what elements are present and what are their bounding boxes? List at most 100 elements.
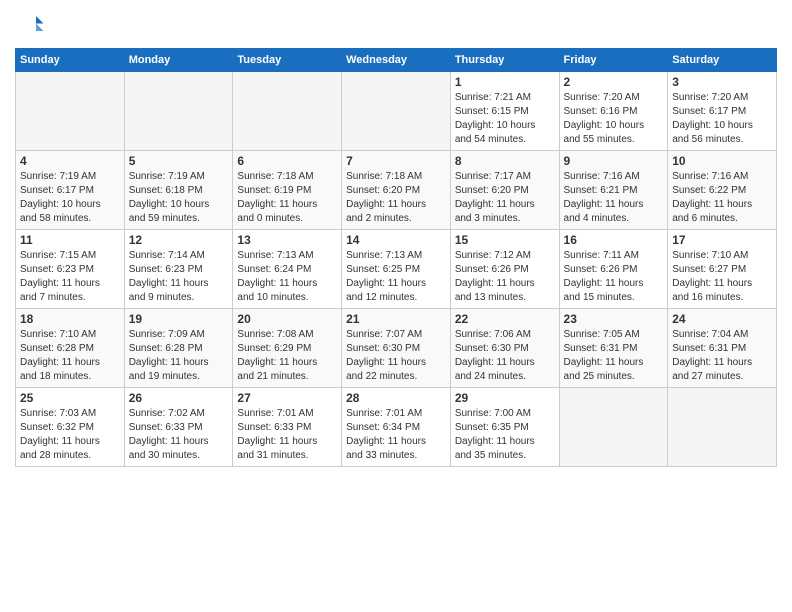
day-info: Sunrise: 7:04 AM Sunset: 6:31 PM Dayligh…	[672, 328, 772, 384]
calendar-cell: 18Sunrise: 7:10 AM Sunset: 6:28 PM Dayli…	[16, 309, 125, 388]
day-number: 16	[564, 233, 664, 247]
calendar-cell: 13 Sunrise: 7:13 AM Sunset: 6:24 PM Dayli…	[233, 230, 342, 309]
day-number: 3	[672, 75, 772, 89]
calendar-cell: 3 Sunrise: 7:20 AM Sunset: 6:17 PM Daylig…	[668, 72, 777, 151]
day-number: 28	[346, 391, 446, 405]
calendar-cell: 11 Sunrise: 7:15 AM Sunset: 6:23 PM Dayli…	[16, 230, 125, 309]
day-info: Sunrise: 7:20 AM Sunset: 6:17 PM Dayligh…	[672, 91, 772, 147]
day-info: Sunrise: 7:02 AM Sunset: 6:33 PM Dayligh…	[129, 407, 229, 463]
calendar-cell: 24Sunrise: 7:04 AM Sunset: 6:31 PM Dayli…	[668, 309, 777, 388]
calendar-cell: 9 Sunrise: 7:16 AM Sunset: 6:21 PM Daylig…	[559, 151, 668, 230]
calendar-cell	[16, 72, 125, 151]
calendar-cell	[233, 72, 342, 151]
day-number: 12	[129, 233, 229, 247]
day-info: Sunrise: 7:18 AM Sunset: 6:19 PM Dayligh…	[237, 170, 337, 226]
day-info: Sunrise: 7:01 AM Sunset: 6:34 PM Dayligh…	[346, 407, 446, 463]
calendar-cell: 16Sunrise: 7:11 AM Sunset: 6:26 PM Dayli…	[559, 230, 668, 309]
day-number: 29	[455, 391, 555, 405]
day-info: Sunrise: 7:19 AM Sunset: 6:17 PM Dayligh…	[20, 170, 120, 226]
calendar-body: 1 Sunrise: 7:21 AM Sunset: 6:15 PM Daylig…	[16, 72, 777, 467]
day-number: 22	[455, 312, 555, 326]
day-number: 6	[237, 154, 337, 168]
calendar-cell: 17 Sunrise: 7:10 AM Sunset: 6:27 PM Dayli…	[668, 230, 777, 309]
weekday-header-friday: Friday	[559, 49, 668, 72]
page-container: SundayMondayTuesdayWednesdayThursdayFrid…	[0, 0, 792, 477]
calendar-cell: 2 Sunrise: 7:20 AM Sunset: 6:16 PM Daylig…	[559, 72, 668, 151]
calendar-week-4: 18Sunrise: 7:10 AM Sunset: 6:28 PM Dayli…	[16, 309, 777, 388]
calendar-cell: 5 Sunrise: 7:19 AM Sunset: 6:18 PM Daylig…	[124, 151, 233, 230]
day-info: Sunrise: 7:21 AM Sunset: 6:15 PM Dayligh…	[455, 91, 555, 147]
calendar-cell: 28 Sunrise: 7:01 AM Sunset: 6:34 PM Dayli…	[342, 388, 451, 467]
day-info: Sunrise: 7:12 AM Sunset: 6:26 PM Dayligh…	[455, 249, 555, 305]
calendar-cell: 29 Sunrise: 7:00 AM Sunset: 6:35 PM Dayli…	[450, 388, 559, 467]
calendar-cell: 14 Sunrise: 7:13 AM Sunset: 6:25 PM Dayli…	[342, 230, 451, 309]
day-number: 1	[455, 75, 555, 89]
calendar-cell	[559, 388, 668, 467]
calendar-week-5: 25Sunrise: 7:03 AM Sunset: 6:32 PM Dayli…	[16, 388, 777, 467]
day-number: 2	[564, 75, 664, 89]
day-info: Sunrise: 7:06 AM Sunset: 6:30 PM Dayligh…	[455, 328, 555, 384]
weekday-header-monday: Monday	[124, 49, 233, 72]
calendar-header: SundayMondayTuesdayWednesdayThursdayFrid…	[16, 49, 777, 72]
day-number: 23	[564, 312, 664, 326]
day-number: 5	[129, 154, 229, 168]
day-info: Sunrise: 7:14 AM Sunset: 6:23 PM Dayligh…	[129, 249, 229, 305]
day-info: Sunrise: 7:15 AM Sunset: 6:23 PM Dayligh…	[20, 249, 120, 305]
day-info: Sunrise: 7:10 AM Sunset: 6:27 PM Dayligh…	[672, 249, 772, 305]
day-info: Sunrise: 7:19 AM Sunset: 6:18 PM Dayligh…	[129, 170, 229, 226]
calendar-cell: 27Sunrise: 7:01 AM Sunset: 6:33 PM Dayli…	[233, 388, 342, 467]
day-number: 4	[20, 154, 120, 168]
day-info: Sunrise: 7:13 AM Sunset: 6:25 PM Dayligh…	[346, 249, 446, 305]
day-info: Sunrise: 7:18 AM Sunset: 6:20 PM Dayligh…	[346, 170, 446, 226]
day-info: Sunrise: 7:17 AM Sunset: 6:20 PM Dayligh…	[455, 170, 555, 226]
calendar-cell: 26 Sunrise: 7:02 AM Sunset: 6:33 PM Dayli…	[124, 388, 233, 467]
calendar-cell: 1 Sunrise: 7:21 AM Sunset: 6:15 PM Daylig…	[450, 72, 559, 151]
day-info: Sunrise: 7:16 AM Sunset: 6:21 PM Dayligh…	[564, 170, 664, 226]
day-number: 26	[129, 391, 229, 405]
day-info: Sunrise: 7:10 AM Sunset: 6:28 PM Dayligh…	[20, 328, 120, 384]
calendar-cell: 12 Sunrise: 7:14 AM Sunset: 6:23 PM Dayli…	[124, 230, 233, 309]
day-number: 9	[564, 154, 664, 168]
day-number: 21	[346, 312, 446, 326]
weekday-header-sunday: Sunday	[16, 49, 125, 72]
calendar-cell: 8Sunrise: 7:17 AM Sunset: 6:20 PM Daylig…	[450, 151, 559, 230]
day-number: 13	[237, 233, 337, 247]
day-info: Sunrise: 7:05 AM Sunset: 6:31 PM Dayligh…	[564, 328, 664, 384]
calendar-cell: 10Sunrise: 7:16 AM Sunset: 6:22 PM Dayli…	[668, 151, 777, 230]
day-info: Sunrise: 7:08 AM Sunset: 6:29 PM Dayligh…	[237, 328, 337, 384]
day-number: 10	[672, 154, 772, 168]
weekday-header-tuesday: Tuesday	[233, 49, 342, 72]
day-info: Sunrise: 7:07 AM Sunset: 6:30 PM Dayligh…	[346, 328, 446, 384]
calendar-table: SundayMondayTuesdayWednesdayThursdayFrid…	[15, 48, 777, 467]
calendar-cell: 25Sunrise: 7:03 AM Sunset: 6:32 PM Dayli…	[16, 388, 125, 467]
day-number: 20	[237, 312, 337, 326]
calendar-cell: 22 Sunrise: 7:06 AM Sunset: 6:30 PM Dayli…	[450, 309, 559, 388]
day-info: Sunrise: 7:20 AM Sunset: 6:16 PM Dayligh…	[564, 91, 664, 147]
calendar-cell	[668, 388, 777, 467]
calendar-cell: 20 Sunrise: 7:08 AM Sunset: 6:29 PM Dayli…	[233, 309, 342, 388]
calendar-cell: 7Sunrise: 7:18 AM Sunset: 6:20 PM Daylig…	[342, 151, 451, 230]
day-info: Sunrise: 7:13 AM Sunset: 6:24 PM Dayligh…	[237, 249, 337, 305]
calendar-cell: 19Sunrise: 7:09 AM Sunset: 6:28 PM Dayli…	[124, 309, 233, 388]
calendar-cell: 6 Sunrise: 7:18 AM Sunset: 6:19 PM Daylig…	[233, 151, 342, 230]
day-number: 15	[455, 233, 555, 247]
day-number: 14	[346, 233, 446, 247]
day-number: 11	[20, 233, 120, 247]
day-info: Sunrise: 7:00 AM Sunset: 6:35 PM Dayligh…	[455, 407, 555, 463]
calendar-week-1: 1 Sunrise: 7:21 AM Sunset: 6:15 PM Daylig…	[16, 72, 777, 151]
calendar-cell: 23 Sunrise: 7:05 AM Sunset: 6:31 PM Dayli…	[559, 309, 668, 388]
calendar-cell	[124, 72, 233, 151]
day-number: 17	[672, 233, 772, 247]
header-row	[15, 10, 777, 40]
weekday-header-row: SundayMondayTuesdayWednesdayThursdayFrid…	[16, 49, 777, 72]
day-info: Sunrise: 7:03 AM Sunset: 6:32 PM Dayligh…	[20, 407, 120, 463]
calendar-week-2: 4 Sunrise: 7:19 AM Sunset: 6:17 PM Daylig…	[16, 151, 777, 230]
calendar-cell: 21 Sunrise: 7:07 AM Sunset: 6:30 PM Dayli…	[342, 309, 451, 388]
calendar-cell	[342, 72, 451, 151]
logo-icon	[15, 10, 45, 40]
weekday-header-saturday: Saturday	[668, 49, 777, 72]
weekday-header-wednesday: Wednesday	[342, 49, 451, 72]
weekday-header-thursday: Thursday	[450, 49, 559, 72]
logo	[15, 10, 49, 40]
day-info: Sunrise: 7:01 AM Sunset: 6:33 PM Dayligh…	[237, 407, 337, 463]
